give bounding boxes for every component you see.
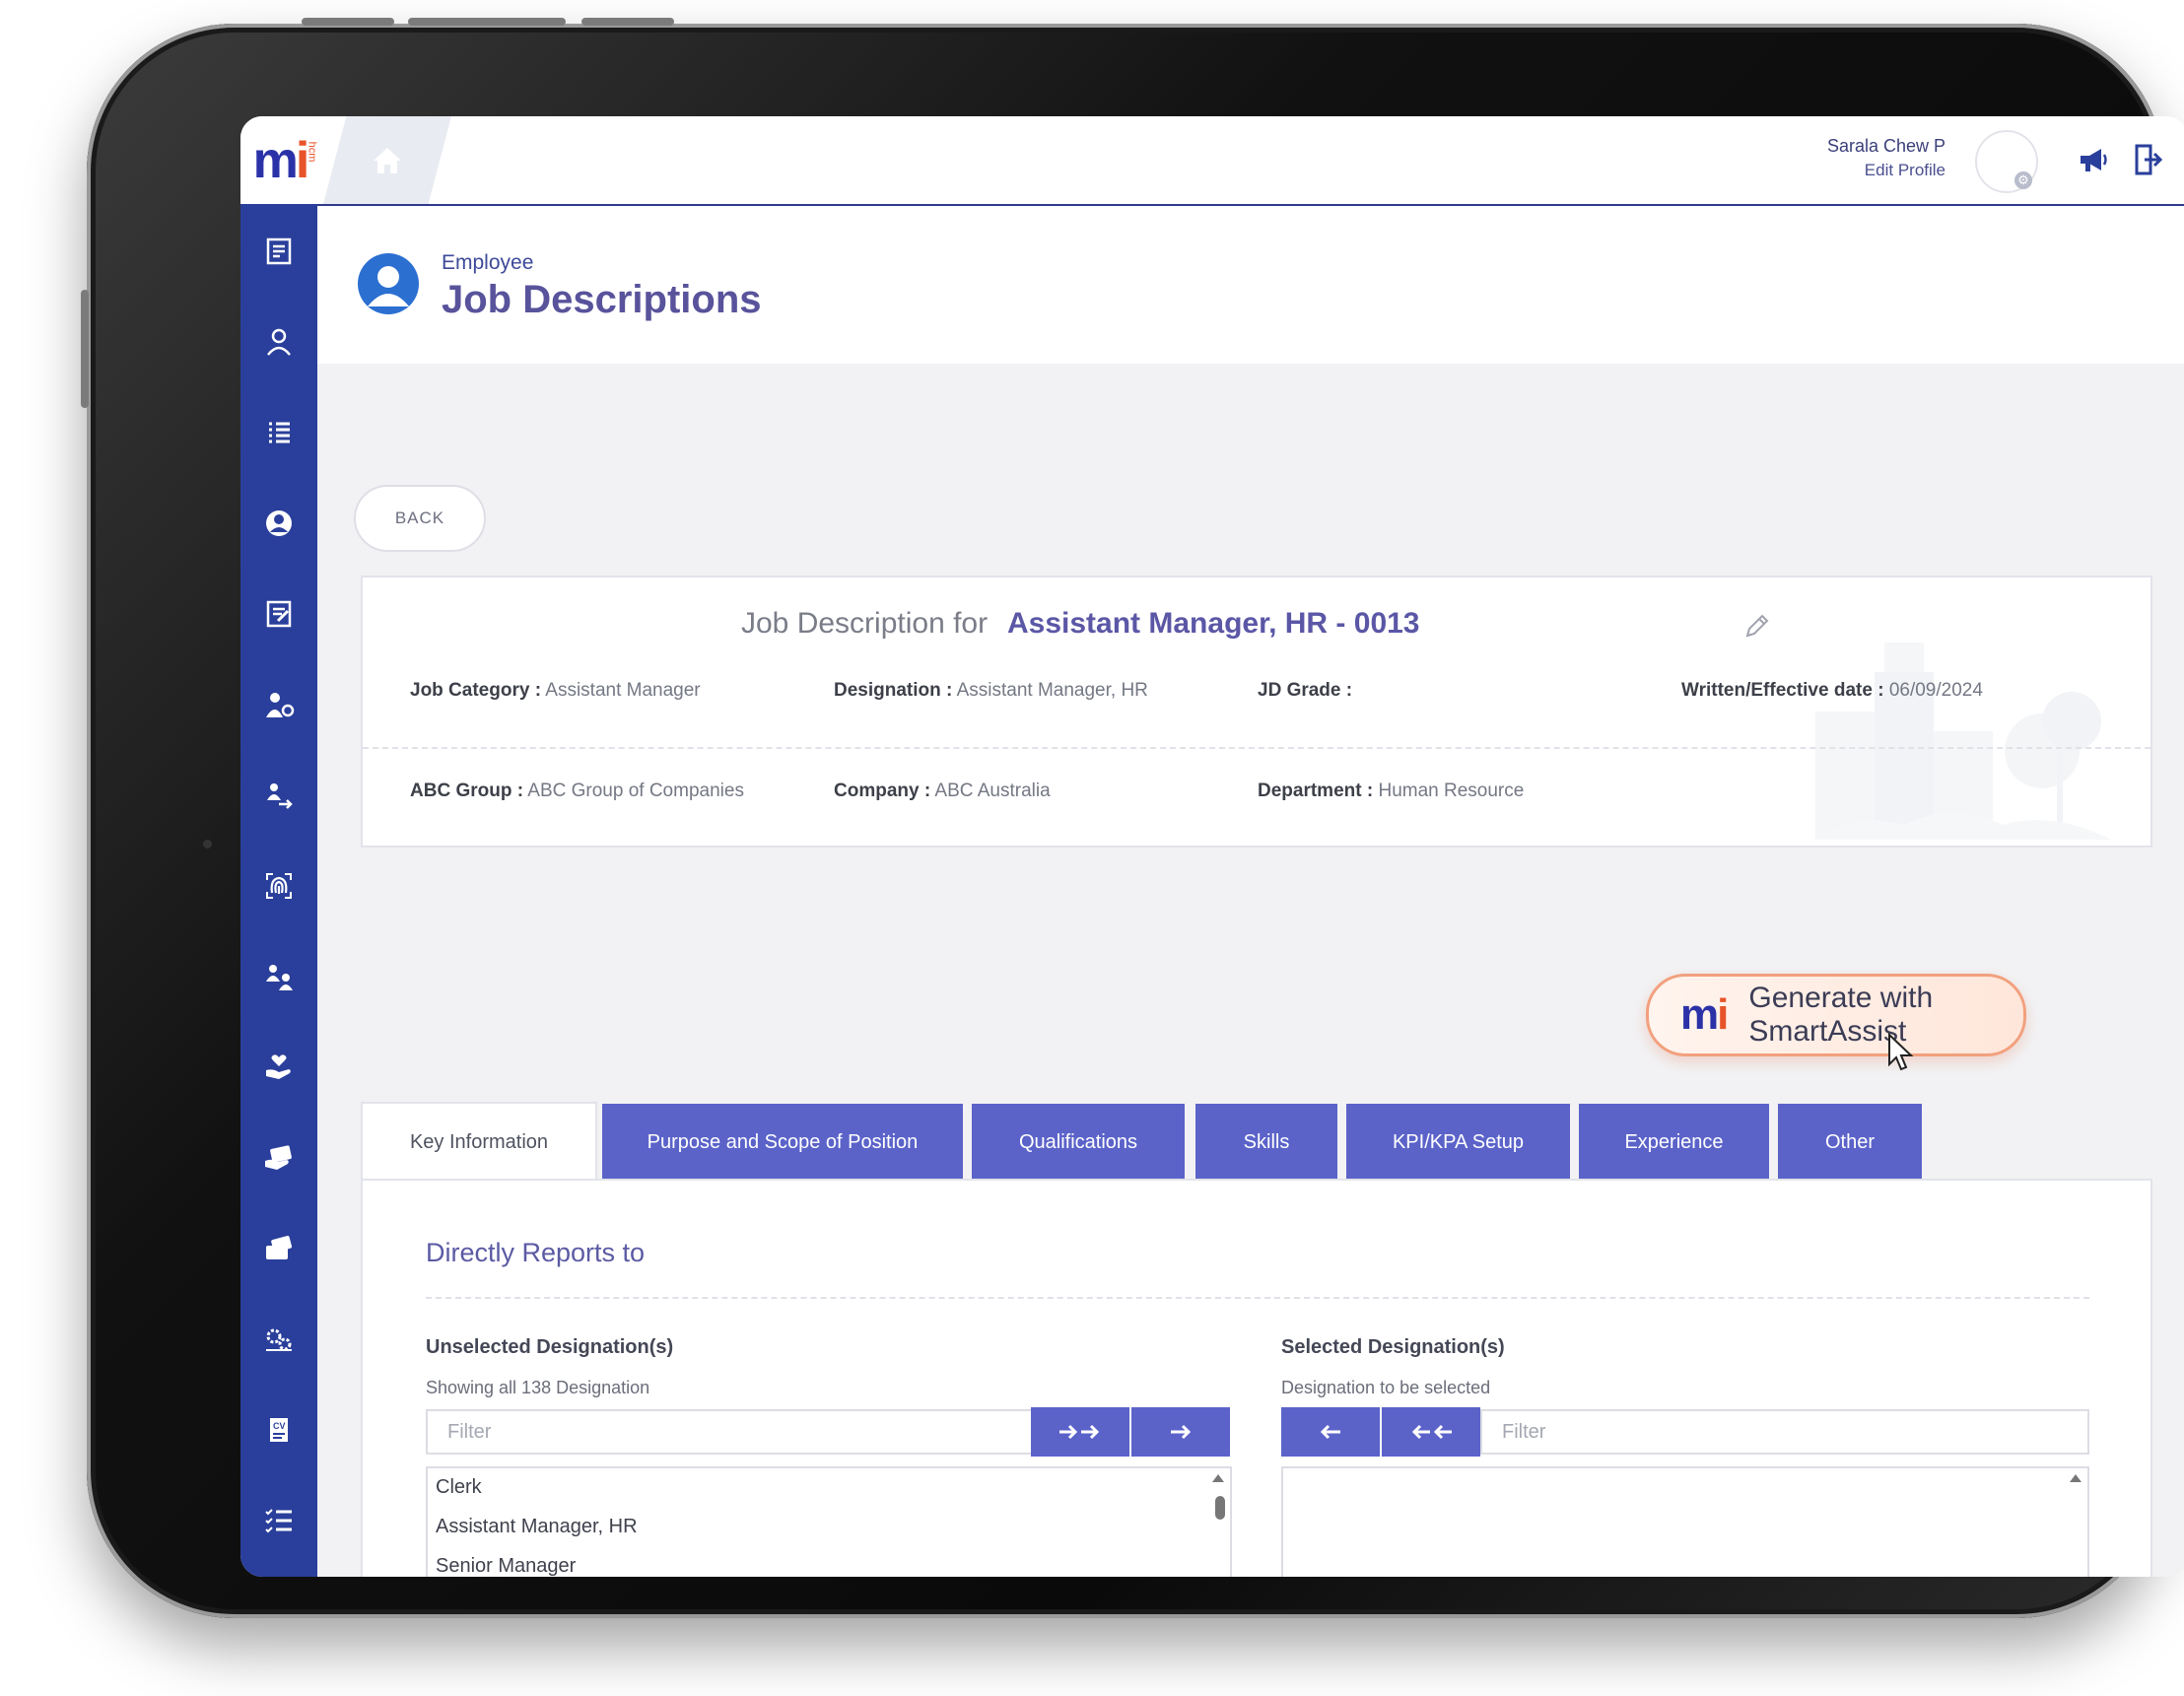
scrollbar-thumb[interactable]: [1215, 1496, 1225, 1520]
field-label: Job Category :: [410, 680, 542, 701]
card-divider: [363, 747, 2150, 749]
section-divider: [426, 1297, 2089, 1299]
list-item[interactable]: Assistant Manager, HR: [428, 1508, 1230, 1547]
field-designation: Designation : Assistant Manager, HR: [834, 680, 1148, 702]
field-group: ABC Group : ABC Group of Companies: [410, 780, 744, 802]
back-button[interactable]: BACK: [354, 485, 486, 552]
home-button[interactable]: [323, 116, 451, 204]
field-value: Assistant Manager, HR: [956, 680, 1148, 701]
field-label: ABC Group :: [410, 780, 524, 801]
building-illustration: [1815, 643, 2111, 840]
field-value: ABC Australia: [934, 780, 1051, 801]
scroll-up-arrow-icon[interactable]: [2070, 1474, 2082, 1482]
move-left-button[interactable]: [1281, 1407, 1380, 1457]
sidebar: CV: [240, 204, 317, 1577]
page-header: Employee Job Descriptions: [317, 206, 2184, 364]
list-item[interactable]: Senior Manager: [428, 1547, 1230, 1577]
home-icon: [374, 147, 401, 173]
field-label: Department :: [1258, 780, 1374, 801]
list-icon[interactable]: [255, 409, 303, 456]
notes-icon[interactable]: [255, 228, 303, 275]
tablet-frame: mi hcm Sarala Chew P Edit Profile ⚙ CV E…: [81, 18, 2184, 1618]
jd-for-label: Job Description for: [741, 607, 989, 640]
settings-gear-icon[interactable]: ⚙: [2014, 171, 2032, 189]
move-all-right-button[interactable]: [1031, 1407, 1129, 1457]
tab-key-information[interactable]: Key Information: [361, 1102, 597, 1181]
payment-icon[interactable]: [255, 1134, 303, 1182]
selected-listbox[interactable]: [1281, 1466, 2089, 1577]
selected-title: Selected Designation(s): [1281, 1336, 1505, 1358]
tab-experience[interactable]: Experience: [1579, 1104, 1769, 1181]
list-item[interactable]: Clerk: [428, 1468, 1230, 1508]
people-transfer-icon[interactable]: [255, 772, 303, 819]
tablet-top-button: [408, 18, 566, 26]
fingerprint-icon[interactable]: [255, 862, 303, 910]
move-all-left-button[interactable]: [1382, 1407, 1480, 1457]
page-title: Job Descriptions: [442, 278, 762, 321]
tab-kpi-kpa-setup[interactable]: KPI/KPA Setup: [1346, 1104, 1570, 1181]
people-swap-icon[interactable]: [255, 953, 303, 1000]
app-logo[interactable]: mi hcm: [240, 116, 319, 204]
tablet-camera: [203, 840, 212, 848]
unselected-title: Unselected Designation(s): [426, 1336, 674, 1358]
field-label: Company :: [834, 780, 931, 801]
double-arrow-left-icon: [1411, 1424, 1452, 1440]
job-info-card: Job Description for Assistant Manager, H…: [361, 576, 2152, 848]
field-job-category: Job Category : Assistant Manager: [410, 680, 701, 702]
user-circle-icon[interactable]: [255, 500, 303, 547]
tablet-side-button: [81, 290, 89, 408]
field-label: Written/Effective date :: [1681, 680, 1884, 701]
unselected-listbox[interactable]: Clerk Assistant Manager, HR Senior Manag…: [426, 1466, 1232, 1577]
hand-heart-icon[interactable]: [255, 1044, 303, 1091]
key-information-panel: Directly Reports to Unselected Designati…: [361, 1179, 2152, 1577]
form-icon[interactable]: [255, 590, 303, 638]
top-bar: mi hcm Sarala Chew P Edit Profile ⚙: [240, 116, 2184, 206]
tablet-top-button: [302, 18, 394, 26]
field-value: Assistant Manager: [545, 680, 701, 701]
field-value: 06/09/2024: [1888, 680, 1983, 701]
tab-skills[interactable]: Skills: [1195, 1104, 1337, 1181]
field-department: Department : Human Resource: [1258, 780, 1524, 802]
smartassist-logo-icon: mi: [1680, 990, 1729, 1039]
selected-filter-input[interactable]: Filter: [1480, 1409, 2089, 1455]
generate-smartassist-button[interactable]: mi Generate with SmartAssist: [1646, 974, 2026, 1056]
tab-other[interactable]: Other: [1778, 1104, 1922, 1181]
megaphone-icon[interactable]: [2074, 140, 2113, 179]
field-label: Designation :: [834, 680, 953, 701]
tab-purpose-scope[interactable]: Purpose and Scope of Position: [602, 1104, 963, 1181]
svg-text:CV: CV: [273, 1421, 286, 1431]
gears-icon[interactable]: [255, 1316, 303, 1363]
arrow-left-icon: [1320, 1424, 1340, 1440]
employee-avatar-icon: [358, 253, 419, 314]
wallet-card-icon[interactable]: [255, 1225, 303, 1272]
person-gear-icon[interactable]: [255, 681, 303, 728]
field-value: ABC Group of Companies: [527, 780, 744, 801]
breadcrumb[interactable]: Employee: [442, 251, 533, 275]
checklist-icon[interactable]: [255, 1497, 303, 1544]
person-search-icon[interactable]: [255, 318, 303, 366]
unselected-filter-input[interactable]: Filter: [426, 1409, 1033, 1455]
arrow-right-icon: [1171, 1424, 1192, 1440]
field-jd-grade: JD Grade :: [1258, 680, 1352, 702]
selected-subtitle: Designation to be selected: [1281, 1378, 1491, 1397]
logout-icon[interactable]: [2129, 140, 2168, 179]
mouse-cursor-icon: [1888, 1033, 1914, 1071]
move-right-button[interactable]: [1131, 1407, 1230, 1457]
edit-pencil-icon[interactable]: [1742, 611, 1772, 645]
section-title: Directly Reports to: [426, 1238, 646, 1267]
unselected-subtitle: Showing all 138 Designation: [426, 1378, 650, 1397]
scroll-up-arrow-icon[interactable]: [1212, 1474, 1224, 1482]
screen: mi hcm Sarala Chew P Edit Profile ⚙ CV E…: [240, 116, 2184, 1577]
user-name: Sarala Chew P: [1826, 136, 1945, 156]
double-arrow-right-icon: [1059, 1424, 1100, 1440]
field-value: Human Resource: [1378, 780, 1525, 801]
field-company: Company : ABC Australia: [834, 780, 1051, 802]
job-name: Assistant Manager, HR - 0013: [1007, 607, 1420, 640]
field-label: JD Grade :: [1258, 680, 1353, 701]
cv-icon[interactable]: CV: [255, 1406, 303, 1454]
field-effective-date: Written/Effective date : 06/09/2024: [1681, 680, 1983, 702]
tablet-top-button: [581, 18, 674, 26]
edit-profile-link[interactable]: Edit Profile: [1865, 161, 1945, 180]
tab-qualifications[interactable]: Qualifications: [972, 1104, 1185, 1181]
